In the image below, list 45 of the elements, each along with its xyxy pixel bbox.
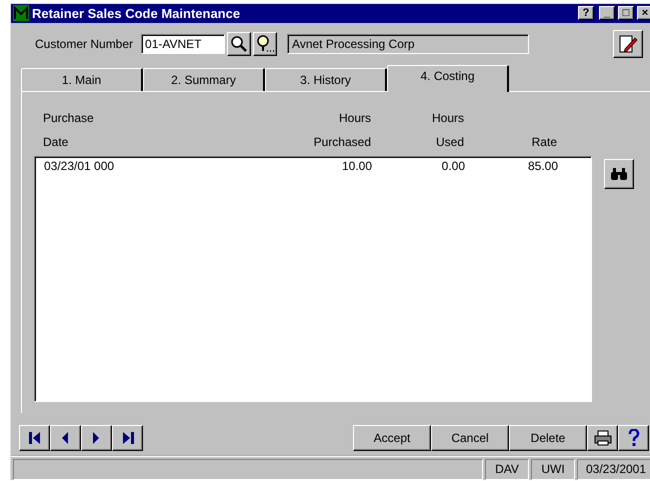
last-record-icon <box>120 431 134 446</box>
memo-button[interactable] <box>613 30 643 58</box>
tab[interactable]: 2. Summary <box>143 68 265 91</box>
tab[interactable]: 1. Main <box>21 68 143 91</box>
tab[interactable]: 4. Costing <box>387 64 509 92</box>
window-title: Retainer Sales Code Maintenance <box>32 6 242 21</box>
action-button[interactable]: Accept <box>353 425 431 452</box>
maximize-button[interactable]: □ <box>618 6 634 20</box>
app-icon <box>13 5 29 22</box>
status-text: DAV <box>485 459 529 480</box>
lookup-icon <box>256 34 274 53</box>
table-cell-text: 03/23/01 000 <box>44 158 116 173</box>
binoculars-icon <box>610 166 628 181</box>
memo-icon <box>618 34 638 54</box>
printer-icon <box>594 430 612 446</box>
column-header: Hours Used <box>430 110 464 151</box>
column-header: Hours Purchased <box>312 110 371 151</box>
help-icon <box>628 429 640 448</box>
search-button[interactable] <box>227 32 252 56</box>
previous-record-button[interactable] <box>50 425 81 452</box>
print-button[interactable] <box>587 425 618 452</box>
first-record-button[interactable] <box>19 425 50 452</box>
action-button[interactable]: Cancel <box>431 425 509 452</box>
minimize-button[interactable]: _ <box>599 6 615 20</box>
table-cell-text: 85.00 <box>526 158 558 173</box>
column-header: Rate <box>530 134 557 151</box>
status-text: 03/23/2001 <box>577 459 650 480</box>
customer-number-label: Customer Number <box>35 36 134 51</box>
customer-name-field: Avnet Processing Corp <box>287 34 530 54</box>
find-button[interactable] <box>604 158 634 189</box>
help-button[interactable] <box>618 425 649 452</box>
tab[interactable]: 3. History <box>265 68 387 91</box>
close-button[interactable]: × <box>637 6 650 20</box>
first-record-icon <box>28 431 42 446</box>
lookup-button[interactable] <box>253 32 278 56</box>
action-button[interactable]: Delete <box>509 425 587 452</box>
customer-number-field[interactable]: 01-AVNET <box>141 34 226 54</box>
table-cell-text: 0.00 <box>440 158 465 173</box>
search-icon <box>230 34 248 53</box>
next-record-button[interactable] <box>81 425 112 452</box>
help-button[interactable]: ? <box>578 6 594 20</box>
column-header: Purchase Date <box>43 110 95 151</box>
table-cell-text: 10.00 <box>340 158 372 173</box>
last-record-button[interactable] <box>112 425 143 452</box>
status-text: UWI <box>531 459 575 480</box>
